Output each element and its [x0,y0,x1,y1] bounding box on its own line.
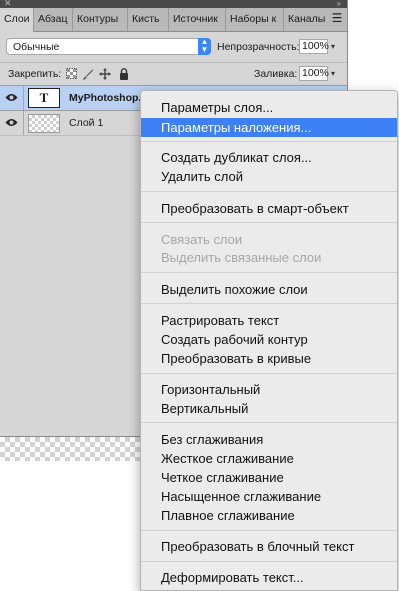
menu-item-rasterize-text[interactable]: Растрировать текст [141,311,397,330]
tab-brush-presets[interactable]: Наборы к [226,8,284,31]
lock-image-pixels-icon[interactable] [82,68,94,80]
tab-paths[interactable]: Контуры [73,8,128,31]
menu-item-select-similar-layers[interactable]: Выделить похожие слои [141,280,397,299]
lock-all-icon[interactable] [118,68,130,80]
menu-separator [141,303,397,304]
menu-item-select-linked-layers: Выделить связанные слои [161,250,322,265]
opacity-dropdown-icon[interactable]: ▾ [329,39,337,54]
tab-brush[interactable]: Кисть [128,8,169,31]
menu-item-antialias-none[interactable]: Без сглаживания [141,430,397,449]
menu-item-warp-text[interactable]: Деформировать текст... [141,568,397,587]
layer-name[interactable]: MyPhotoshop.r [69,92,145,104]
lock-label: Закрепить: [8,68,62,80]
menu-item-horizontal[interactable]: Горизонтальный [141,380,397,399]
text-layer-thumbnail: T [28,88,60,108]
opacity-label: Непрозрачность: [217,41,300,53]
layer-context-menu: Параметры слоя... Параметры наложения...… [140,90,398,591]
opacity-input[interactable]: 100% [299,39,329,54]
menu-item-antialias-sharp[interactable]: Жесткое сглаживание [141,449,397,468]
menu-item-antialias-smooth[interactable]: Плавное сглаживание [141,506,397,525]
menu-separator [141,222,397,223]
menu-item-convert-paragraph-text[interactable]: Преобразовать в блочный текст [141,537,397,556]
visibility-toggle[interactable] [0,111,24,135]
menu-separator [141,373,397,374]
menu-item-convert-to-shape[interactable]: Преобразовать в кривые [141,349,397,368]
transparent-canvas-strip [0,437,140,461]
visibility-toggle[interactable] [0,86,24,110]
tab-layers[interactable]: Слои [0,8,34,32]
tab-paragraph[interactable]: Абзац [34,8,73,31]
menu-separator [141,561,397,562]
menu-separator [141,422,397,423]
blend-mode-select[interactable]: Обычные ▲ ▼ [6,38,211,55]
panel-titlebar: ✕ » [0,0,347,8]
divider [0,62,347,63]
layer-name[interactable]: Слой 1 [69,117,103,129]
lock-transparent-pixels-icon[interactable] [65,68,77,80]
panel-tabbar: Слои Абзац Контуры Кисть Источник Наборы… [0,8,347,32]
menu-item-create-work-path[interactable]: Создать рабочий контур [141,330,397,349]
lock-position-icon[interactable] [99,68,111,80]
eye-icon [5,119,18,126]
menu-item-antialias-strong[interactable]: Насыщенное сглаживание [141,487,397,506]
menu-item-delete-layer[interactable]: Удалить слой [141,167,397,186]
menu-item-convert-smart-object[interactable]: Преобразовать в смарт-объект [141,199,397,218]
eye-icon [5,94,18,101]
menu-separator [141,530,397,531]
blend-mode-value: Обычные [13,41,60,53]
menu-item-duplicate-layer[interactable]: Создать дубликат слоя... [141,148,397,167]
raster-layer-thumbnail [28,114,60,133]
tab-clone-source[interactable]: Источник [169,8,226,31]
fill-label: Заливка: [254,68,298,80]
menu-item-blending-options[interactable]: Параметры наложения... [141,118,397,137]
tab-channels[interactable]: Каналы [284,8,330,31]
chevron-updown-icon: ▲ ▼ [198,38,211,55]
panel-menu-icon[interactable]: ☰ [330,11,344,25]
fill-input[interactable]: 100% [299,66,329,81]
close-icon[interactable]: ✕ [4,0,12,8]
menu-separator [141,141,397,142]
menu-item-layer-properties[interactable]: Параметры слоя... [141,98,397,117]
menu-item-link-layers: Связать слои [161,232,243,247]
fill-dropdown-icon[interactable]: ▾ [329,66,337,81]
menu-separator [141,191,397,192]
menu-item-vertical[interactable]: Вертикальный [141,399,397,418]
menu-separator [141,272,397,273]
menu-item-antialias-crisp[interactable]: Четкое сглаживание [141,468,397,487]
